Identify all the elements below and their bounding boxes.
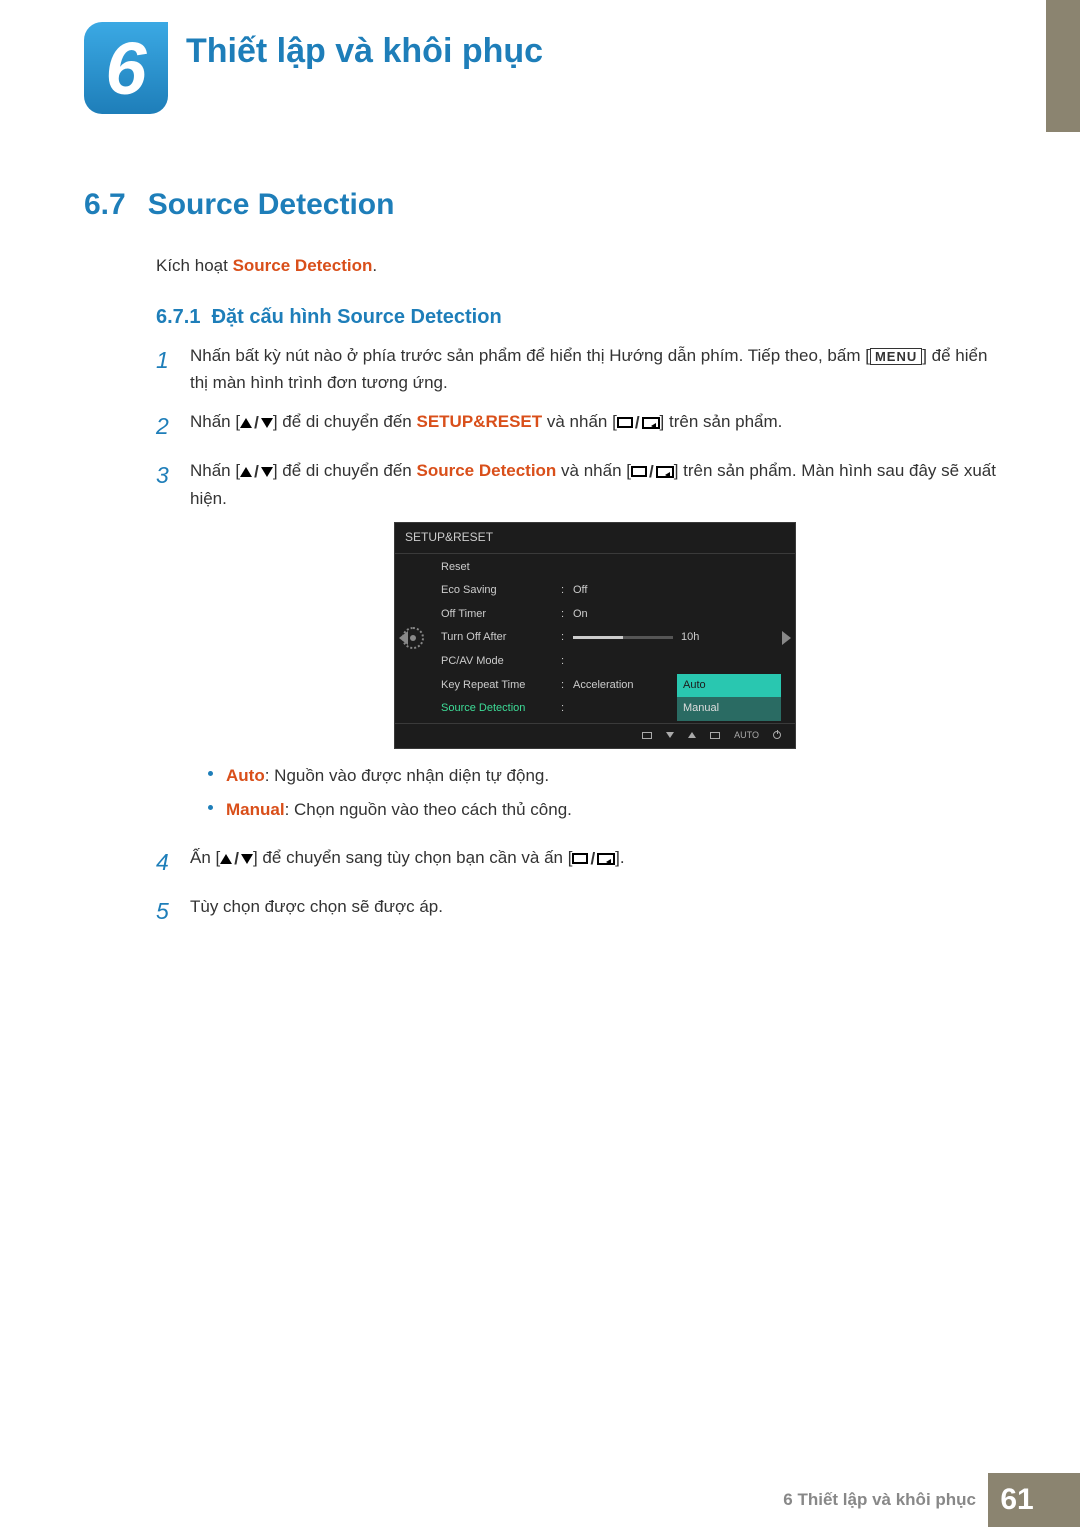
step-body: Nhấn [/] để di chuyển đến SETUP&RESET và… — [190, 408, 1000, 445]
osd-down-icon — [666, 732, 674, 738]
osd-up-icon — [688, 732, 696, 738]
text: ] để di chuyển đến — [273, 461, 417, 480]
intro-feature: Source Detection — [233, 256, 373, 275]
accent-text: SETUP&RESET — [417, 412, 543, 431]
osd-label: Reset — [441, 559, 561, 577]
bullet-label: Auto — [226, 766, 265, 785]
step-1: 1 Nhấn bất kỳ nút nào ở phía trước sản p… — [156, 342, 1000, 396]
osd-dropdown: Auto Manual — [677, 674, 781, 721]
step-number: 1 — [156, 342, 176, 396]
osd-title: SETUP&RESET — [395, 523, 795, 553]
section-number: 6.7 — [84, 188, 126, 222]
page-number: 61 — [988, 1473, 1046, 1527]
chapter-badge: 6 — [84, 22, 168, 114]
bullet-desc: : Nguồn vào được nhận diện tự động. — [265, 766, 549, 785]
section-heading: 6.7 Source Detection — [84, 188, 394, 222]
intro-prefix: Kích hoạt — [156, 256, 233, 275]
osd-row: Off Timer:On — [431, 603, 795, 627]
osd-enter-icon — [710, 732, 720, 739]
osd-option-active: Auto — [677, 674, 781, 698]
step-number: 4 — [156, 844, 176, 881]
osd-footer: AUTO — [395, 723, 795, 748]
osd-value: On — [573, 606, 785, 624]
bullet-item: Manual: Chọn nguồn vào theo cách thủ côn… — [208, 797, 1000, 823]
osd-auto-label: AUTO — [734, 728, 759, 742]
text: Nhấn [ — [190, 461, 240, 480]
osd-label: Turn Off After — [441, 629, 561, 647]
subsection-title: Đặt cấu hình Source Detection — [212, 306, 502, 328]
osd-option: Manual — [677, 697, 781, 721]
text: Nhấn bất kỳ nút nào ở phía trước sản phẩ… — [190, 346, 870, 365]
osd-label: Off Timer — [441, 606, 561, 624]
text: ] trên sản phẩm. — [660, 412, 783, 431]
side-stripe — [1046, 0, 1080, 132]
osd-label: Source Detection — [441, 700, 561, 718]
step-2: 2 Nhấn [/] để di chuyển đến SETUP&RESET … — [156, 408, 1000, 445]
osd-rows: Reset Eco Saving:Off Off Timer:On Turn O… — [431, 554, 795, 723]
osd-label: Key Repeat Time — [441, 677, 561, 695]
step-body: Ấn [/] để chuyển sang tùy chọn bạn cần v… — [190, 844, 1000, 881]
osd-row: PC/AV Mode: — [431, 650, 795, 674]
up-down-icon: / — [240, 409, 273, 436]
footer-stripe — [1046, 1473, 1080, 1527]
osd-label: Eco Saving — [441, 582, 561, 600]
bullet-item: Auto: Nguồn vào được nhận diện tự động. — [208, 763, 1000, 789]
up-down-icon: / — [240, 458, 273, 485]
step-number: 2 — [156, 408, 176, 445]
up-down-icon: / — [220, 845, 253, 872]
subsection-number: 6.7.1 — [156, 306, 200, 328]
slider-fill — [573, 636, 623, 639]
intro-text: Kích hoạt Source Detection. — [156, 256, 377, 276]
slider-track — [573, 636, 673, 639]
text: ] để di chuyển đến — [273, 412, 417, 431]
step-number: 3 — [156, 457, 176, 832]
page-footer: 6 Thiết lập và khôi phục 61 — [0, 1473, 1046, 1527]
osd-value-text: 10h — [681, 631, 699, 643]
text: và nhấn [ — [542, 412, 617, 431]
text: và nhấn [ — [556, 461, 631, 480]
osd-nav-right-icon — [782, 631, 791, 645]
select-enter-icon: / — [617, 409, 660, 436]
footer-chapter-label: 6 Thiết lập và khôi phục — [783, 1490, 976, 1510]
bullet-label: Manual — [226, 800, 285, 819]
step-body: Nhấn [/] để di chuyển đến Source Detecti… — [190, 457, 1000, 832]
osd-row: Turn Off After:10h — [431, 626, 795, 650]
select-enter-icon: / — [572, 845, 615, 872]
step-3: 3 Nhấn [/] để di chuyển đến Source Detec… — [156, 457, 1000, 832]
step-body: Nhấn bất kỳ nút nào ở phía trước sản phẩ… — [190, 342, 1000, 396]
osd-label: PC/AV Mode — [441, 653, 561, 671]
osd-back-icon — [642, 732, 652, 739]
osd-value: Off — [573, 582, 785, 600]
osd-nav-left-icon — [399, 631, 408, 645]
step-5: 5 Tùy chọn được chọn sẽ được áp. — [156, 893, 1000, 930]
text: ]. — [615, 848, 624, 867]
step-number: 5 — [156, 893, 176, 930]
text: ] để chuyển sang tùy chọn bạn cần và ấn … — [253, 848, 572, 867]
accent-text: Source Detection — [417, 461, 557, 480]
step-4: 4 Ấn [/] để chuyển sang tùy chọn bạn cần… — [156, 844, 1000, 881]
chapter-header: 6 Thiết lập và khôi phục — [84, 22, 543, 114]
subsection-heading: 6.7.1 Đặt cấu hình Source Detection — [156, 306, 502, 329]
text: Nhấn [ — [190, 412, 240, 431]
osd-power-icon — [773, 731, 781, 739]
section-title: Source Detection — [148, 188, 395, 222]
bullet-desc: : Chọn nguồn vào theo cách thủ công. — [285, 800, 572, 819]
select-enter-icon: / — [631, 458, 674, 485]
osd-row: Eco Saving:Off — [431, 579, 795, 603]
steps-list: 1 Nhấn bất kỳ nút nào ở phía trước sản p… — [156, 342, 1000, 942]
chapter-title: Thiết lập và khôi phục — [186, 32, 543, 71]
bullet-list: Auto: Nguồn vào được nhận diện tự động. … — [208, 763, 1000, 822]
menu-key: MENU — [870, 348, 922, 365]
intro-suffix: . — [372, 256, 377, 275]
text: Ấn [ — [190, 848, 220, 867]
osd-value: 10h — [573, 629, 785, 647]
step-body: Tùy chọn được chọn sẽ được áp. — [190, 893, 1000, 930]
osd-screenshot: SETUP&RESET Reset Eco Saving:Off Off Tim… — [394, 522, 796, 749]
osd-row: Reset — [431, 556, 795, 580]
